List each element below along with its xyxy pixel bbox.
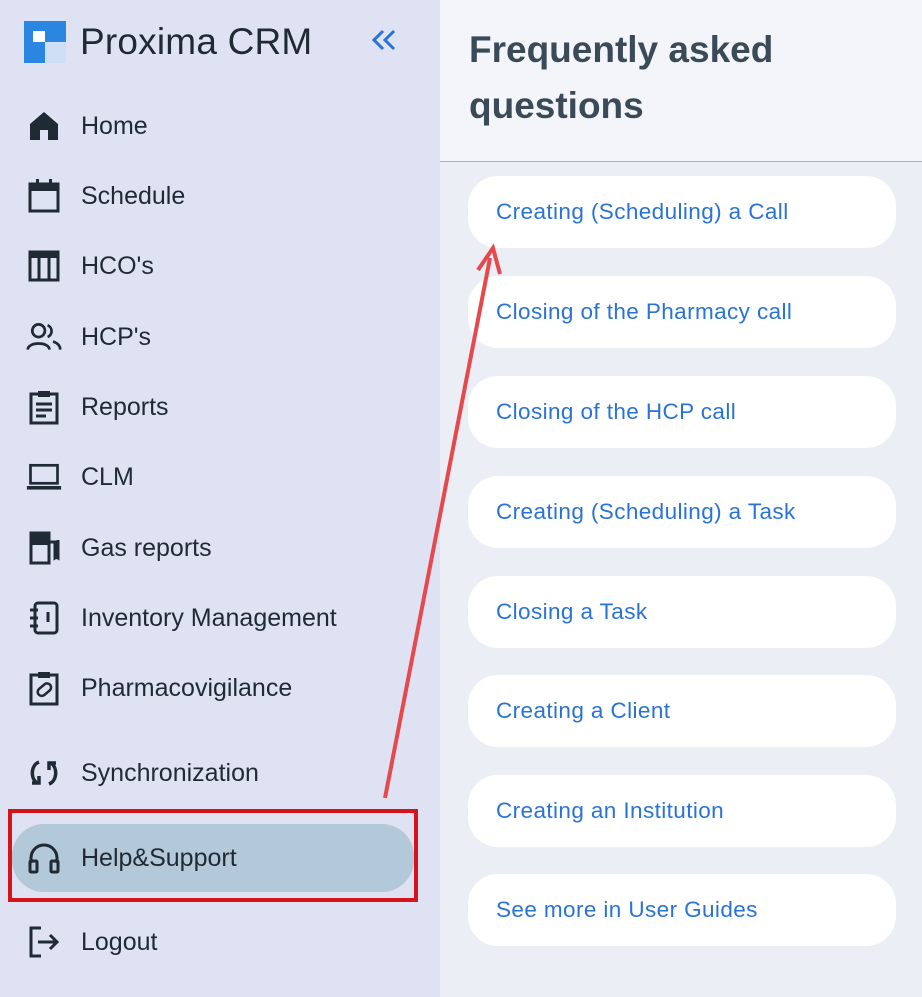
app-name: Proxima CRM xyxy=(80,21,313,62)
sidebar-item-synchronization[interactable]: Synchronization xyxy=(12,741,414,805)
pill-clipboard-icon xyxy=(26,670,62,706)
logout-icon xyxy=(26,924,62,960)
sidebar-item-label: Pharmacovigilance xyxy=(81,673,293,702)
sidebar-item-label: Home xyxy=(81,111,148,140)
faq-item[interactable]: Creating (Scheduling) a Task xyxy=(468,476,896,548)
annotation-highlight-box xyxy=(8,809,418,902)
faq-item[interactable]: Creating a Client xyxy=(468,675,896,747)
clipboard-icon xyxy=(26,389,62,425)
sidebar-item-schedule[interactable]: Schedule xyxy=(12,164,414,228)
people-icon xyxy=(26,319,62,355)
faq-header: Frequently asked questions xyxy=(440,0,922,162)
faq-item-user-guides[interactable]: See more in User Guides xyxy=(468,874,896,946)
laptop-icon xyxy=(26,459,62,495)
sidebar-item-label: Gas reports xyxy=(81,533,212,562)
home-icon xyxy=(26,108,62,144)
sidebar-item-reports[interactable]: Reports xyxy=(12,375,414,439)
page-title: Frequently asked questions xyxy=(469,29,774,126)
sidebar-item-logout[interactable]: Logout xyxy=(12,910,414,974)
sidebar-item-hcos[interactable]: HCO's xyxy=(12,234,414,298)
calendar-icon xyxy=(26,178,62,214)
notebook-icon xyxy=(26,600,62,636)
double-chevron-left-icon[interactable] xyxy=(368,24,400,60)
sync-icon xyxy=(26,755,62,791)
sidebar-item-label: Inventory Management xyxy=(81,603,337,632)
sidebar-item-clm[interactable]: CLM xyxy=(12,445,414,509)
sidebar-item-label: Logout xyxy=(81,927,158,956)
gas-pump-icon xyxy=(26,530,62,566)
faq-item[interactable]: Creating (Scheduling) a Call xyxy=(468,176,896,248)
faq-item[interactable]: Closing of the HCP call xyxy=(468,376,896,448)
sidebar-item-label: HCP's xyxy=(81,322,152,351)
sidebar-item-label: Reports xyxy=(81,392,169,421)
brand: Proxima CRM xyxy=(24,18,312,66)
proxima-logo xyxy=(24,21,66,63)
sidebar-item-label: HCO's xyxy=(81,251,154,280)
sidebar-item-home[interactable]: Home xyxy=(12,94,414,158)
sidebar-item-label: CLM xyxy=(81,462,134,491)
sidebar-item-label: Synchronization xyxy=(81,758,259,787)
faq-item[interactable]: Closing a Task xyxy=(468,576,896,648)
sidebar-item-label: Schedule xyxy=(81,181,186,210)
sidebar-item-hcps[interactable]: HCP's xyxy=(12,305,414,369)
sidebar-item-pharmacovigilance[interactable]: Pharmacovigilance xyxy=(12,656,414,720)
sidebar-item-gas-reports[interactable]: Gas reports xyxy=(12,516,414,580)
main-panel: Frequently asked questions Creating (Sch… xyxy=(440,0,922,997)
sidebar-item-inventory-management[interactable]: Inventory Management xyxy=(12,586,414,650)
faq-item[interactable]: Closing of the Pharmacy call xyxy=(468,276,896,348)
building-icon xyxy=(26,248,62,284)
faq-item[interactable]: Creating an Institution xyxy=(468,775,896,847)
